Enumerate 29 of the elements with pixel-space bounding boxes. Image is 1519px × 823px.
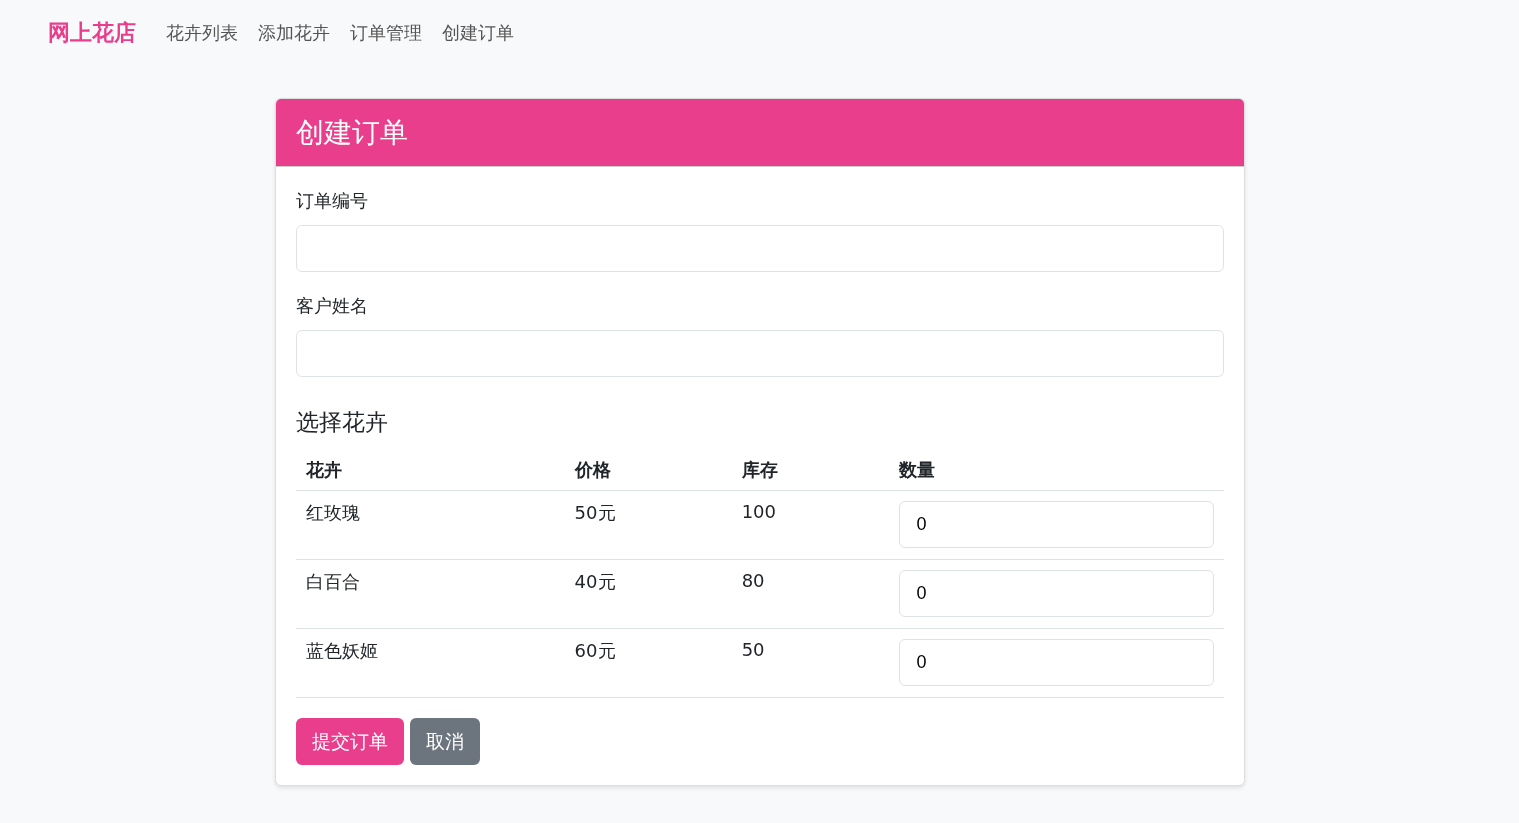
nav-link[interactable]: 订单管理 [350,21,422,45]
column-header: 库存 [731,450,890,491]
card-title: 创建订单 [295,114,408,151]
quantity-field[interactable]: 0 [899,570,1214,617]
nav-link[interactable]: 花卉列表 [166,21,238,45]
table-cell: 蓝色妖姬 [295,628,565,698]
nav-link[interactable]: 添加花卉 [258,21,330,45]
column-header: 价格 [564,450,732,491]
input-field[interactable] [295,330,1224,377]
section-title: 选择花卉 [295,408,389,437]
table-cell: 40元 [564,559,732,629]
table-cell: 100 [731,490,890,560]
brand-link[interactable]: 网上花店 [48,18,136,48]
table-cell: 60元 [564,628,732,698]
column-header: 数量 [889,450,1224,491]
table-cell: 白百合 [295,559,565,629]
quantity-field[interactable]: 0 [899,501,1214,548]
nav-link[interactable]: 创建订单 [442,21,514,45]
table-cell: 50 [731,628,890,698]
quantity-field[interactable]: 0 [899,639,1214,686]
table-cell: 50元 [564,490,732,560]
column-header: 花卉 [295,450,565,491]
field-label: 订单编号 [295,189,369,213]
field-label: 客户姓名 [295,294,369,318]
table-cell: 80 [731,559,890,629]
table-cell: 红玫瑰 [295,490,565,560]
input-field[interactable] [295,225,1224,272]
cancel-button[interactable]: 取消 [409,718,480,765]
submit-button[interactable]: 提交订单 [295,718,404,765]
